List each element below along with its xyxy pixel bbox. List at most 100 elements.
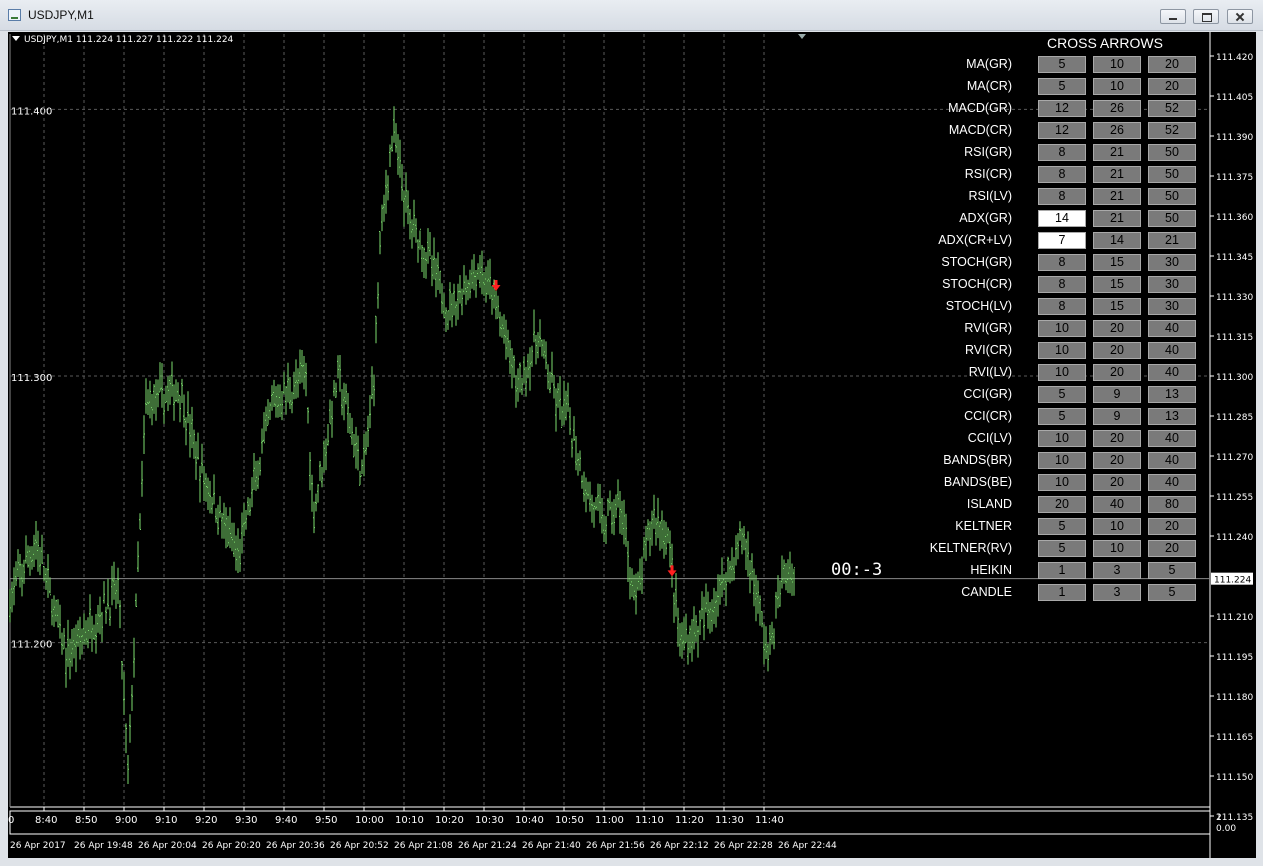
- param-label: RSI(GR): [964, 145, 1012, 159]
- param-value-field[interactable]: 21: [1093, 144, 1141, 161]
- param-value-field[interactable]: 8: [1038, 166, 1086, 183]
- param-value-field[interactable]: 50: [1148, 210, 1196, 227]
- time-label: 11:40: [755, 815, 784, 826]
- param-value-field[interactable]: 5: [1038, 518, 1086, 535]
- param-value-field[interactable]: 12: [1038, 100, 1086, 117]
- param-value-field[interactable]: 8: [1038, 298, 1086, 315]
- param-value-field[interactable]: 30: [1148, 276, 1196, 293]
- param-value-field[interactable]: 9: [1093, 408, 1141, 425]
- param-value-field[interactable]: 8: [1038, 144, 1086, 161]
- param-value-field[interactable]: 50: [1148, 166, 1196, 183]
- minimize-button[interactable]: [1160, 9, 1186, 24]
- subwindow-scale-max: 2: [1216, 813, 1222, 823]
- param-value-field[interactable]: 20: [1093, 364, 1141, 381]
- param-value-field[interactable]: 1: [1038, 562, 1086, 579]
- param-value-field[interactable]: 30: [1148, 298, 1196, 315]
- param-row: CANDLE 1 3 5: [8, 582, 1208, 604]
- param-value-field[interactable]: 13: [1148, 408, 1196, 425]
- param-value-field[interactable]: 40: [1148, 364, 1196, 381]
- param-value-field[interactable]: 15: [1093, 254, 1141, 271]
- param-value-field[interactable]: 15: [1093, 298, 1141, 315]
- param-value-field[interactable]: 10: [1093, 78, 1141, 95]
- param-value-field[interactable]: 10: [1038, 342, 1086, 359]
- param-value-field[interactable]: 10: [1038, 474, 1086, 491]
- param-value-field[interactable]: 50: [1148, 188, 1196, 205]
- param-value-field[interactable]: 5: [1148, 584, 1196, 601]
- param-value-field[interactable]: 8: [1038, 188, 1086, 205]
- param-value-field[interactable]: 10: [1093, 56, 1141, 73]
- param-value-field[interactable]: 20: [1148, 56, 1196, 73]
- param-value-field[interactable]: 20: [1093, 474, 1141, 491]
- param-value-field[interactable]: 14: [1093, 232, 1141, 249]
- param-value-field[interactable]: 80: [1148, 496, 1196, 513]
- panel-title: CROSS ARROWS: [1047, 35, 1163, 51]
- param-value-field[interactable]: 26: [1093, 100, 1141, 117]
- param-value-field[interactable]: 5: [1038, 78, 1086, 95]
- param-value-field[interactable]: 3: [1093, 584, 1141, 601]
- time-label: 10:00: [355, 815, 384, 826]
- param-value-field[interactable]: 20: [1093, 452, 1141, 469]
- param-value-field[interactable]: 5: [1148, 562, 1196, 579]
- param-value-field[interactable]: 12: [1038, 122, 1086, 139]
- close-button[interactable]: [1227, 9, 1253, 24]
- param-value-field[interactable]: 20: [1148, 78, 1196, 95]
- param-value-field[interactable]: 8: [1038, 276, 1086, 293]
- param-value-field[interactable]: 20: [1093, 320, 1141, 337]
- param-value-field[interactable]: 30: [1148, 254, 1196, 271]
- price-axis-label: 111.255: [1216, 493, 1253, 503]
- price-axis-label: 111.270: [1216, 453, 1253, 463]
- time-label: 9:40: [275, 815, 297, 826]
- param-value-field[interactable]: 26: [1093, 122, 1141, 139]
- param-value-field[interactable]: 10: [1038, 320, 1086, 337]
- param-label: HEIKIN: [970, 563, 1012, 577]
- param-label: STOCH(GR): [941, 255, 1012, 269]
- date-label: 26 Apr 20:52: [330, 841, 389, 851]
- param-value-field[interactable]: 21: [1093, 166, 1141, 183]
- param-value-field[interactable]: 40: [1148, 452, 1196, 469]
- date-label: 26 Apr 19:48: [74, 841, 133, 851]
- param-value-field[interactable]: 20: [1148, 518, 1196, 535]
- param-value-field[interactable]: 40: [1148, 320, 1196, 337]
- param-value-field[interactable]: 21: [1093, 188, 1141, 205]
- param-value-field[interactable]: 50: [1148, 144, 1196, 161]
- param-value-field[interactable]: 7: [1038, 232, 1086, 249]
- date-label: 26 Apr 22:28: [714, 841, 773, 851]
- param-value-field[interactable]: 20: [1093, 342, 1141, 359]
- param-value-field[interactable]: 3: [1093, 562, 1141, 579]
- param-value-field[interactable]: 40: [1148, 430, 1196, 447]
- param-value-field[interactable]: 14: [1038, 210, 1086, 227]
- param-value-field[interactable]: 10: [1093, 540, 1141, 557]
- param-value-field[interactable]: 15: [1093, 276, 1141, 293]
- param-value-field[interactable]: 21: [1093, 210, 1141, 227]
- param-value-field[interactable]: 40: [1093, 496, 1141, 513]
- param-value-field[interactable]: 5: [1038, 56, 1086, 73]
- param-value-field[interactable]: 20: [1093, 430, 1141, 447]
- param-value-field[interactable]: 10: [1038, 430, 1086, 447]
- chart-window[interactable]: 111.400 111.300 111.200 8:40 8:50 9:00 9:10 9:2…: [8, 32, 1256, 858]
- param-value-field[interactable]: 40: [1148, 342, 1196, 359]
- param-value-field[interactable]: 9: [1093, 386, 1141, 403]
- param-value-field[interactable]: 1: [1038, 584, 1086, 601]
- time-label: 9:20: [195, 815, 217, 826]
- param-value-field[interactable]: 10: [1038, 364, 1086, 381]
- time-label: 10:10: [395, 815, 424, 826]
- param-value-field[interactable]: 5: [1038, 386, 1086, 403]
- date-label: 26 Apr 22:12: [650, 841, 709, 851]
- param-value-field[interactable]: 52: [1148, 100, 1196, 117]
- param-row: ADX(GR) 14 21 50: [8, 208, 1208, 230]
- param-value-field[interactable]: 20: [1038, 496, 1086, 513]
- param-value-field[interactable]: 5: [1038, 540, 1086, 557]
- param-row: MA(GR) 5 10 20: [8, 54, 1208, 76]
- param-value-field[interactable]: 10: [1093, 518, 1141, 535]
- chart-shift-marker: [798, 34, 806, 39]
- param-value-field[interactable]: 10: [1038, 452, 1086, 469]
- param-value-field[interactable]: 13: [1148, 386, 1196, 403]
- param-value-field[interactable]: 5: [1038, 408, 1086, 425]
- maximize-button[interactable]: [1193, 9, 1219, 24]
- dropdown-triangle-icon[interactable]: [12, 36, 20, 41]
- param-value-field[interactable]: 21: [1148, 232, 1196, 249]
- param-value-field[interactable]: 20: [1148, 540, 1196, 557]
- param-value-field[interactable]: 52: [1148, 122, 1196, 139]
- param-value-field[interactable]: 40: [1148, 474, 1196, 491]
- param-value-field[interactable]: 8: [1038, 254, 1086, 271]
